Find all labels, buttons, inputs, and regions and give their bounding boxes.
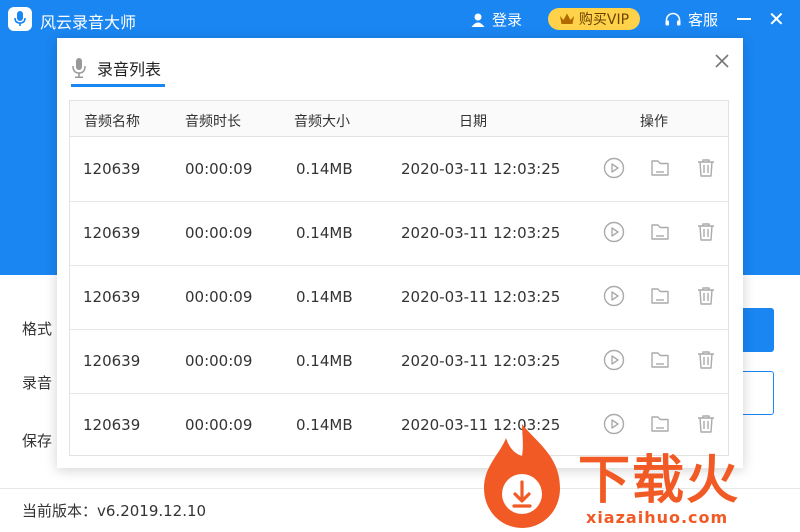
cell-size: 0.14MB [296,160,353,178]
folder-icon[interactable] [648,220,672,244]
cell-duration: 00:00:09 [185,416,253,434]
active-tab-indicator [71,84,165,87]
cell-date: 2020-03-11 12:03:25 [401,224,561,242]
customer-service-button[interactable]: 客服 [664,9,718,30]
folder-icon[interactable] [648,284,672,308]
cell-name: 120639 [83,288,141,306]
row-actions [602,220,718,244]
cell-name: 120639 [83,224,141,242]
service-label: 客服 [688,11,719,29]
column-header-duration: 音频时长 [185,114,241,130]
watermark-brand: 下载火 [578,451,741,511]
cell-date: 2020-03-11 12:03:25 [401,352,561,370]
play-icon[interactable] [602,284,626,308]
cell-size: 0.14MB [296,288,353,306]
microphone-icon [8,7,32,31]
vip-label: 购买VIP [578,12,630,28]
cell-size: 0.14MB [296,352,353,370]
trash-icon[interactable] [694,156,718,180]
play-icon[interactable] [602,348,626,372]
record-label: 录音 [22,374,53,392]
trash-icon[interactable] [694,348,718,372]
version-text: 当前版本：v6.2019.12.10 [22,502,207,520]
table-row: 120639 00:00:09 0.14MB 2020-03-11 12:03:… [70,202,728,266]
close-icon[interactable]: ✕ [768,9,785,29]
watermark-logo: 下载火 xiazaihuo.com [468,420,800,532]
row-actions [602,348,718,372]
minimize-icon[interactable] [737,18,751,20]
cell-date: 2020-03-11 12:03:25 [401,288,561,306]
column-header-actions: 操作 [640,114,668,130]
cell-duration: 00:00:09 [185,288,253,306]
row-actions [602,156,718,180]
column-header-date: 日期 [459,114,487,130]
user-icon [471,13,485,27]
dialog-header: 录音列表 [57,38,743,96]
table-row: 120639 00:00:09 0.14MB 2020-03-11 12:03:… [70,330,728,394]
dialog-close-icon[interactable] [713,52,731,70]
watermark-url: xiazaihuo.com [586,508,729,527]
save-label: 保存 [22,432,53,450]
crown-icon [559,13,574,24]
cell-name: 120639 [83,352,141,370]
table-header: 音频名称 音频时长 音频大小 日期 操作 [70,101,728,137]
column-header-name: 音频名称 [84,114,140,130]
cell-name: 120639 [83,160,141,178]
trash-icon[interactable] [694,284,718,308]
recordings-table: 音频名称 音频时长 音频大小 日期 操作 120639 00:00:09 0.1… [69,100,729,456]
cell-size: 0.14MB [296,416,353,434]
headset-icon [665,12,681,25]
table-row: 120639 00:00:09 0.14MB 2020-03-11 12:03:… [70,266,728,330]
play-icon[interactable] [602,220,626,244]
app-title: 风云录音大师 [40,13,137,32]
login-button[interactable]: 登录 [470,9,522,30]
folder-icon[interactable] [648,156,672,180]
tab-label: 录音列表 [97,60,162,79]
cell-name: 120639 [83,416,141,434]
tab-recording-list[interactable]: 录音列表 [71,50,161,86]
play-icon[interactable] [602,156,626,180]
login-label: 登录 [492,11,523,29]
column-header-size: 音频大小 [294,114,350,130]
recording-list-dialog: 录音列表 音频名称 音频时长 音频大小 日期 操作 120639 00:00:0… [57,38,743,468]
cell-duration: 00:00:09 [185,160,253,178]
table-row: 120639 00:00:09 0.14MB 2020-03-11 12:03:… [70,138,728,202]
folder-icon[interactable] [648,348,672,372]
trash-icon[interactable] [694,220,718,244]
cell-date: 2020-03-11 12:03:25 [401,160,561,178]
cell-duration: 00:00:09 [185,224,253,242]
cell-duration: 00:00:09 [185,352,253,370]
microphone-icon [72,58,86,78]
row-actions [602,284,718,308]
flame-icon [484,424,560,528]
format-label: 格式 [22,320,53,338]
buy-vip-button[interactable]: 购买VIP [548,8,640,30]
title-bar: 风云录音大师 登录 购买VIP 客服 ✕ [0,0,800,38]
cell-size: 0.14MB [296,224,353,242]
